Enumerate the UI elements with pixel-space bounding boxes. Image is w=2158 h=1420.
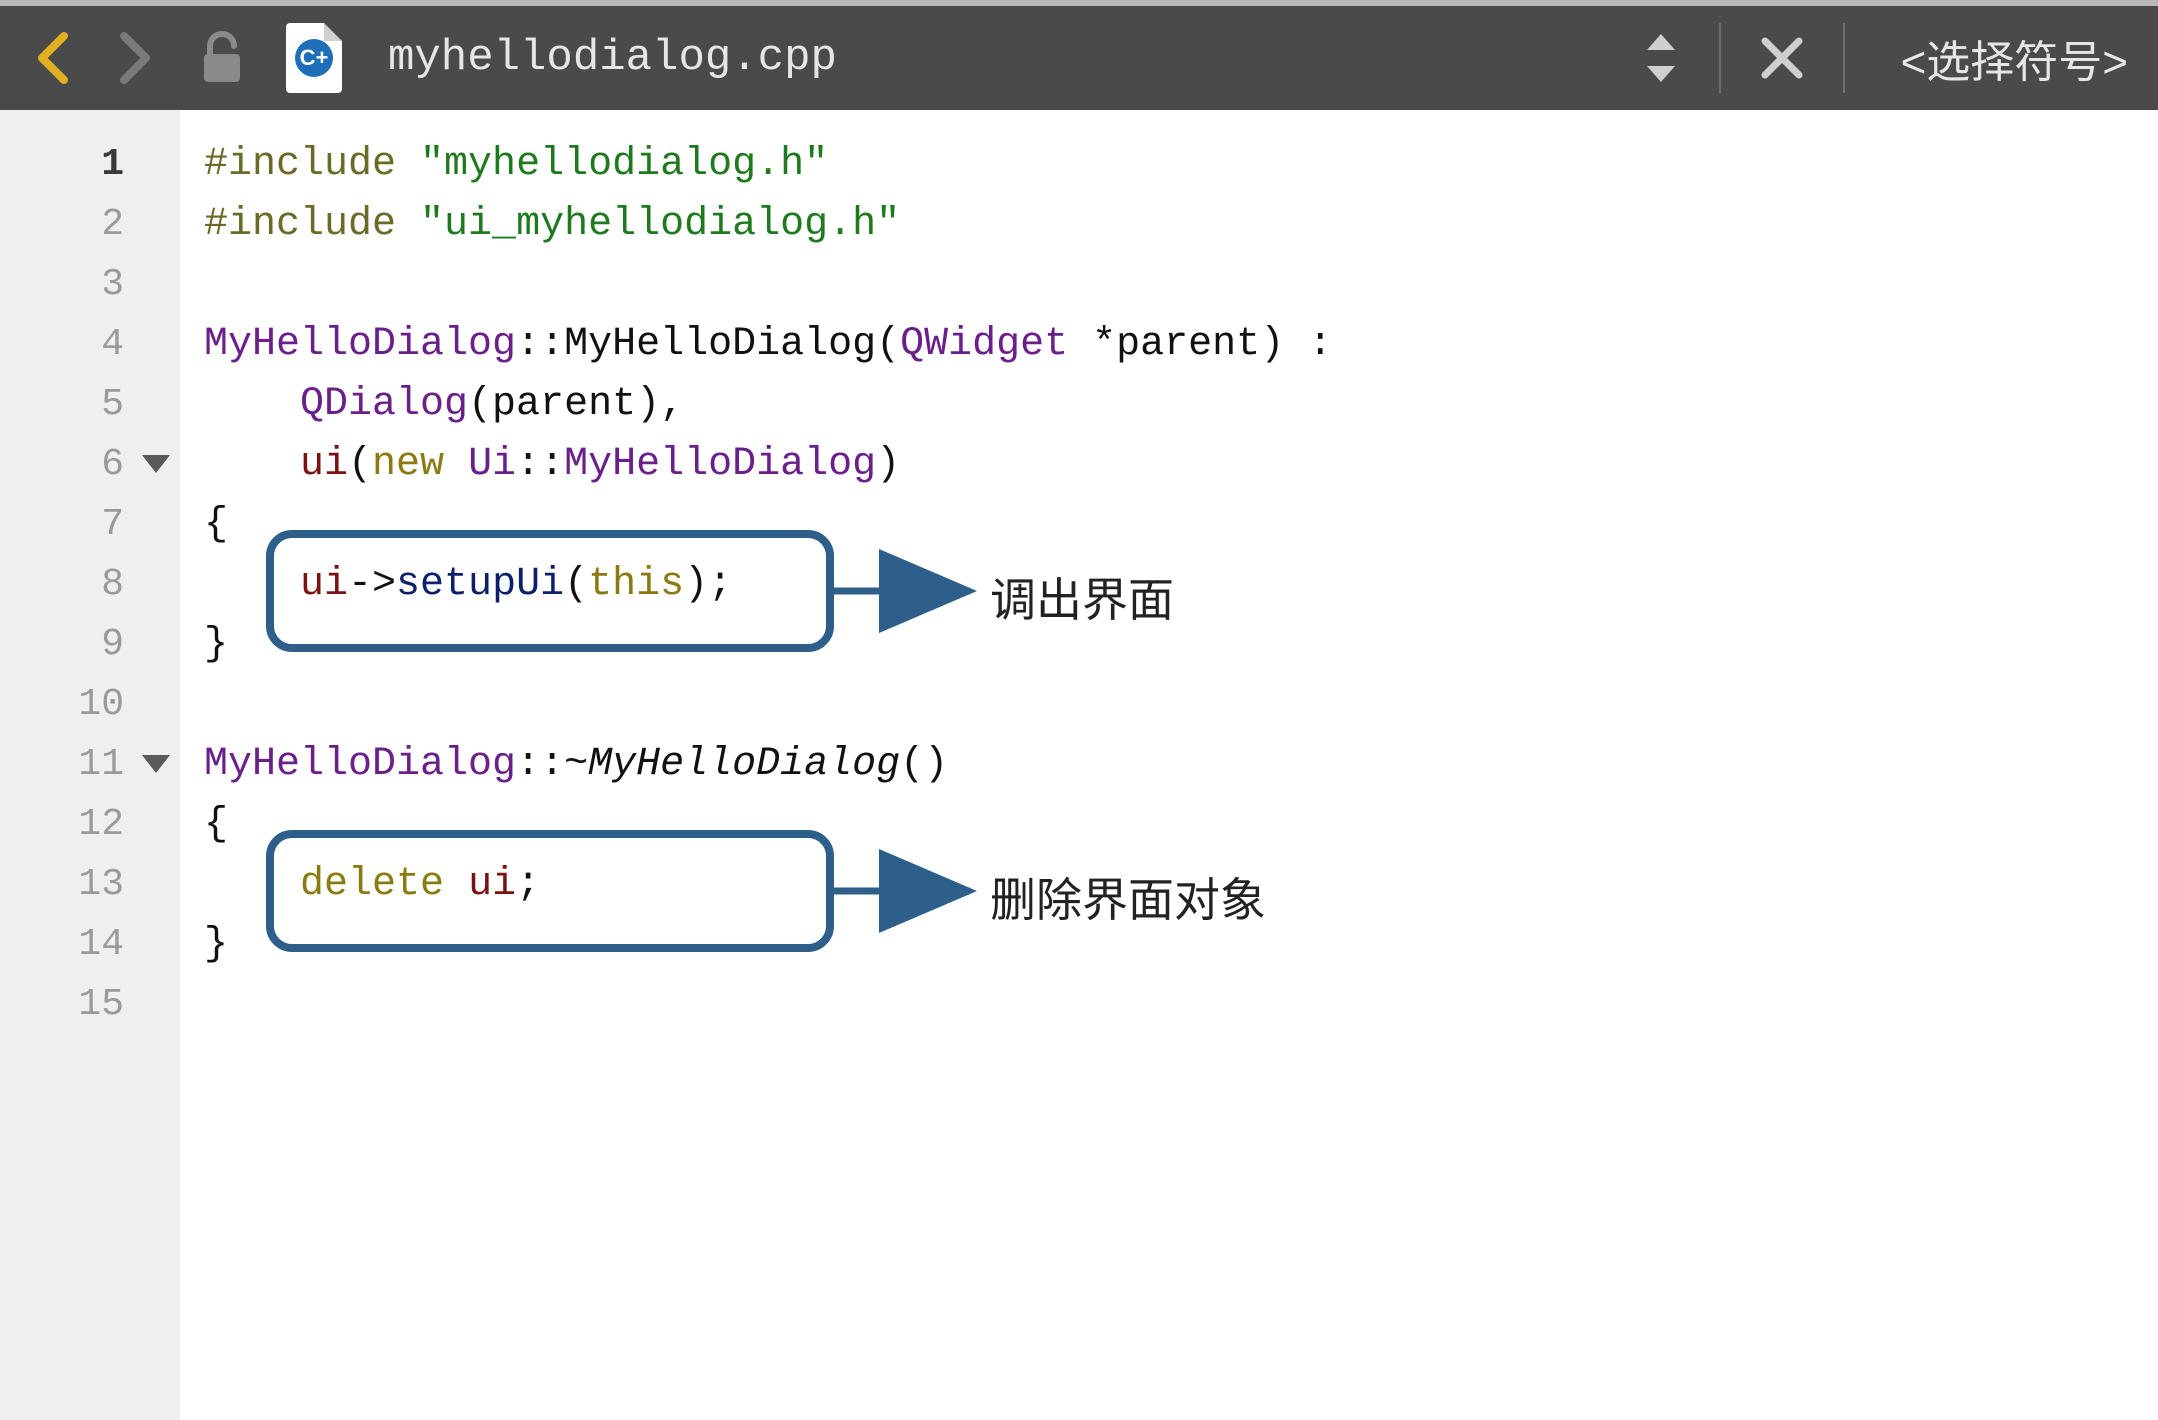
toolbar-separator bbox=[1719, 23, 1721, 93]
line-number: 5 bbox=[0, 374, 180, 434]
code-token: ui bbox=[300, 562, 348, 607]
code-token: ( bbox=[564, 562, 588, 607]
code-token bbox=[204, 862, 300, 907]
line-number: 14 bbox=[0, 914, 180, 974]
code-token: :: bbox=[516, 442, 564, 487]
code-token: { bbox=[204, 502, 228, 547]
code-token: MyHelloDialog bbox=[204, 322, 516, 367]
line-number: 8 bbox=[0, 554, 180, 614]
code-token: ); bbox=[684, 562, 732, 607]
code-line[interactable]: MyHelloDialog::~MyHelloDialog() bbox=[180, 734, 2158, 794]
code-token: { bbox=[204, 802, 228, 847]
annotation-text-setupui: 调出界面 bbox=[990, 564, 1174, 630]
code-token: delete bbox=[300, 862, 444, 907]
code-token bbox=[204, 562, 300, 607]
forward-icon[interactable] bbox=[112, 28, 158, 88]
code-token: this bbox=[588, 562, 684, 607]
line-number-gutter: 123456789101112131415 bbox=[0, 110, 180, 1420]
code-token: #include bbox=[204, 202, 420, 247]
code-token: } bbox=[204, 922, 228, 967]
code-line[interactable]: MyHelloDialog::MyHelloDialog(QWidget *pa… bbox=[180, 314, 2158, 374]
code-token: "ui_myhellodialog.h" bbox=[420, 202, 900, 247]
code-line[interactable] bbox=[180, 674, 2158, 734]
code-token bbox=[444, 442, 468, 487]
code-token: ( bbox=[348, 442, 372, 487]
code-line[interactable]: ui(new Ui::MyHelloDialog) bbox=[180, 434, 2158, 494]
line-number: 3 bbox=[0, 254, 180, 314]
code-token: Ui bbox=[468, 442, 516, 487]
code-token: ::MyHelloDialog( bbox=[516, 322, 900, 367]
code-token: QDialog bbox=[300, 382, 468, 427]
code-token: MyHelloDialog bbox=[588, 742, 900, 787]
fold-toggle-icon[interactable] bbox=[142, 755, 170, 773]
stepper-icon[interactable] bbox=[1639, 28, 1683, 88]
code-token: (parent), bbox=[468, 382, 684, 427]
code-token: *parent) : bbox=[1068, 322, 1332, 367]
line-number: 11 bbox=[0, 734, 180, 794]
code-token: MyHelloDialog bbox=[564, 442, 876, 487]
code-token: ) bbox=[876, 442, 900, 487]
code-token: } bbox=[204, 622, 228, 667]
editor-toolbar: C+ myhellodialog.cpp <选择符号> bbox=[0, 0, 2158, 110]
code-token bbox=[204, 442, 300, 487]
open-file-name[interactable]: myhellodialog.cpp bbox=[388, 33, 837, 83]
code-token: "myhellodialog.h" bbox=[420, 142, 828, 187]
code-editor: 123456789101112131415 调出界面 删除界面对象 #inclu… bbox=[0, 110, 2158, 1420]
line-number: 2 bbox=[0, 194, 180, 254]
code-token: -> bbox=[348, 562, 396, 607]
line-number: 7 bbox=[0, 494, 180, 554]
code-line[interactable]: #include "myhellodialog.h" bbox=[180, 134, 2158, 194]
line-number: 9 bbox=[0, 614, 180, 674]
code-token: ui bbox=[300, 442, 348, 487]
line-number: 4 bbox=[0, 314, 180, 374]
code-token: ::~ bbox=[516, 742, 588, 787]
code-token: new bbox=[372, 442, 444, 487]
code-token: #include bbox=[204, 142, 420, 187]
code-line[interactable]: { bbox=[180, 494, 2158, 554]
code-area[interactable]: 调出界面 删除界面对象 #include "myhellodialog.h"#i… bbox=[180, 110, 2158, 1420]
code-token: MyHelloDialog bbox=[204, 742, 516, 787]
line-number: 10 bbox=[0, 674, 180, 734]
line-number: 1 bbox=[0, 134, 180, 194]
annotation-text-deleteui: 删除界面对象 bbox=[990, 864, 1266, 930]
code-line[interactable]: { bbox=[180, 794, 2158, 854]
code-token: QWidget bbox=[900, 322, 1068, 367]
line-number: 15 bbox=[0, 974, 180, 1034]
symbol-picker[interactable]: <选择符号> bbox=[1901, 26, 2128, 90]
code-token bbox=[444, 862, 468, 907]
line-number: 12 bbox=[0, 794, 180, 854]
code-token bbox=[204, 382, 300, 427]
line-number: 6 bbox=[0, 434, 180, 494]
line-number: 13 bbox=[0, 854, 180, 914]
code-token: ui bbox=[468, 862, 516, 907]
toolbar-separator bbox=[1843, 23, 1845, 93]
code-line[interactable]: #include "ui_myhellodialog.h" bbox=[180, 194, 2158, 254]
code-line[interactable] bbox=[180, 974, 2158, 1034]
code-token: ; bbox=[516, 862, 540, 907]
back-icon[interactable] bbox=[30, 28, 76, 88]
close-icon[interactable] bbox=[1757, 33, 1807, 83]
code-line[interactable] bbox=[180, 254, 2158, 314]
code-token: setupUi bbox=[396, 562, 564, 607]
code-line[interactable]: QDialog(parent), bbox=[180, 374, 2158, 434]
code-token: () bbox=[900, 742, 948, 787]
cpp-file-icon: C+ bbox=[286, 23, 342, 93]
unlock-icon[interactable] bbox=[194, 28, 250, 88]
fold-toggle-icon[interactable] bbox=[142, 455, 170, 473]
